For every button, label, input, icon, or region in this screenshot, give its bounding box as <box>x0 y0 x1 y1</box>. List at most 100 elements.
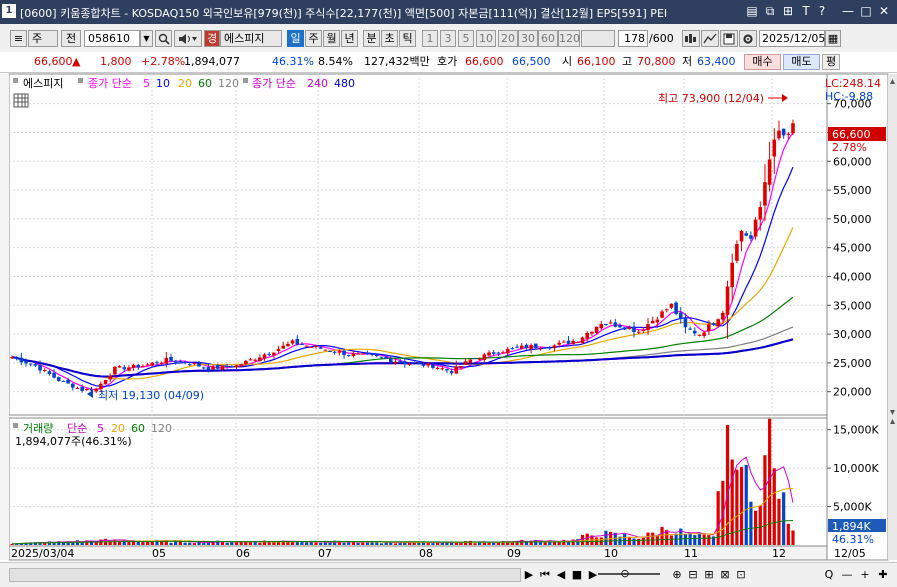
candle-body <box>505 348 510 354</box>
view-icon-5[interactable]: ⊡ <box>734 567 748 582</box>
candle-body <box>337 351 342 353</box>
flat-button[interactable]: 평 <box>822 54 840 70</box>
volume-bar <box>295 541 299 545</box>
date-input[interactable]: 2025/12/05 <box>759 30 825 47</box>
sound-icon[interactable] <box>174 30 202 47</box>
interval-120[interactable]: 120 <box>558 30 580 47</box>
candle-body <box>323 349 328 351</box>
volume-bar <box>562 539 566 545</box>
candle-body <box>529 344 533 349</box>
candle-body <box>566 340 571 344</box>
interval-10[interactable]: 10 <box>476 30 496 47</box>
calendar-icon[interactable]: ▦ <box>825 30 841 47</box>
interval-60[interactable]: 60 <box>538 30 558 47</box>
candle-body <box>389 358 393 363</box>
stock-name[interactable]: 에스피지 <box>220 30 282 47</box>
restore-icon[interactable]: ⧉ <box>762 4 778 18</box>
close-button[interactable]: ✕ <box>876 4 892 18</box>
volume-bar <box>744 465 748 545</box>
stop-icon[interactable]: ■ <box>570 567 584 582</box>
candle-body <box>660 311 664 318</box>
candle-body <box>141 366 145 368</box>
crosshair-icon[interactable]: ✚ <box>876 567 890 582</box>
data-count-input[interactable]: 178 <box>618 30 648 47</box>
interval-1[interactable]: 1 <box>422 30 438 47</box>
candle-body <box>215 365 220 369</box>
horizontal-scrollbar[interactable] <box>9 568 521 582</box>
view-icon-2[interactable]: ⊟ <box>686 567 700 582</box>
view-icon-4[interactable]: ⊠ <box>718 567 732 582</box>
play-icon[interactable]: ▶ <box>522 567 536 582</box>
zoom-in-icon[interactable]: + <box>858 567 872 582</box>
volume-bar <box>707 535 711 545</box>
interval-3[interactable]: 3 <box>440 30 456 47</box>
volume-tick-label: 10,000K <box>833 462 879 475</box>
chart-canvas[interactable]: 20,000 25,000 30,000 35,000 40,000 45,000 50,0… <box>0 72 897 562</box>
buy-button[interactable]: 매수 <box>744 54 781 70</box>
candle-body <box>346 355 351 357</box>
period-day-tab[interactable]: 일 <box>287 30 304 47</box>
vertical-scrollbar[interactable] <box>888 74 897 560</box>
stock-code-input[interactable]: 058610 <box>84 30 140 47</box>
list-icon[interactable]: ≡ <box>10 30 27 47</box>
minimize-button[interactable]: — <box>840 4 856 18</box>
candle-body <box>548 347 552 349</box>
candle-body <box>613 322 618 327</box>
interval-custom-input[interactable] <box>581 30 615 47</box>
search-icon[interactable] <box>155 30 172 47</box>
prev-icon[interactable]: ◀ <box>554 567 568 582</box>
view-icon-1[interactable]: ⊕ <box>670 567 684 582</box>
toggle-icon[interactable]: ▤ <box>744 4 760 18</box>
volume-bar <box>169 542 173 545</box>
first-icon[interactable]: ⏮ <box>538 567 552 582</box>
maximize-button[interactable]: □ <box>858 4 874 18</box>
candle-body <box>599 324 604 329</box>
chart-tool-icon[interactable] <box>701 30 719 47</box>
candle-body <box>590 331 594 334</box>
period-tick-tab[interactable]: 틱 <box>399 30 416 47</box>
prev-button[interactable]: 전 <box>61 30 81 47</box>
candle-body <box>407 363 412 365</box>
zoom-slider-handle[interactable]: ⊙ <box>618 566 632 581</box>
chevron-down-icon[interactable]: ▼ <box>140 30 153 47</box>
pin-icon[interactable]: ⊞ <box>780 4 796 18</box>
period-year-tab[interactable]: 년 <box>341 30 358 47</box>
candle-body <box>650 320 655 324</box>
volume-bar <box>290 541 295 545</box>
candle-body <box>692 330 697 334</box>
help-icon[interactable]: ? <box>814 4 830 18</box>
interval-5[interactable]: 5 <box>458 30 474 47</box>
sell-button[interactable]: 매도 <box>783 54 820 70</box>
interval-30[interactable]: 30 <box>518 30 538 47</box>
indicator-icon[interactable] <box>682 30 700 47</box>
volume-bar <box>421 542 426 545</box>
grid-toggle-icon[interactable] <box>13 93 29 108</box>
candle-body <box>342 350 346 355</box>
interval-20[interactable]: 20 <box>498 30 518 47</box>
zoom-out-icon[interactable]: — <box>840 567 854 582</box>
volume-bar <box>440 542 444 545</box>
high-annotation: 최고 73,900 (12/04) <box>658 92 764 105</box>
chart-area[interactable]: 20,000 25,000 30,000 35,000 40,000 45,000 50,0… <box>0 72 897 586</box>
last-pct-label: 2.78% <box>832 141 867 154</box>
price-tick-label: 35,000 <box>833 299 872 312</box>
period-second-tab[interactable]: 초 <box>381 30 398 47</box>
candle-body <box>594 326 599 333</box>
period-week-tab[interactable]: 주 <box>305 30 322 47</box>
candle-body <box>379 356 384 358</box>
period-month-tab[interactable]: 월 <box>323 30 340 47</box>
volume-bar <box>646 532 650 545</box>
text-icon[interactable]: T <box>798 4 814 18</box>
gear-icon[interactable] <box>739 30 757 47</box>
volume-bar <box>230 542 234 545</box>
period-minute-tab[interactable]: 분 <box>363 30 380 47</box>
zoom-icon[interactable]: Q <box>822 567 836 582</box>
volume-bar <box>641 537 645 545</box>
candle-body <box>14 357 19 359</box>
candle-body <box>393 361 398 364</box>
candle-body <box>744 233 749 236</box>
save-icon[interactable] <box>720 30 738 47</box>
price-tick-label: 20,000 <box>833 386 872 399</box>
market-select[interactable]: 주 <box>28 30 58 47</box>
view-icon-3[interactable]: ⊞ <box>702 567 716 582</box>
